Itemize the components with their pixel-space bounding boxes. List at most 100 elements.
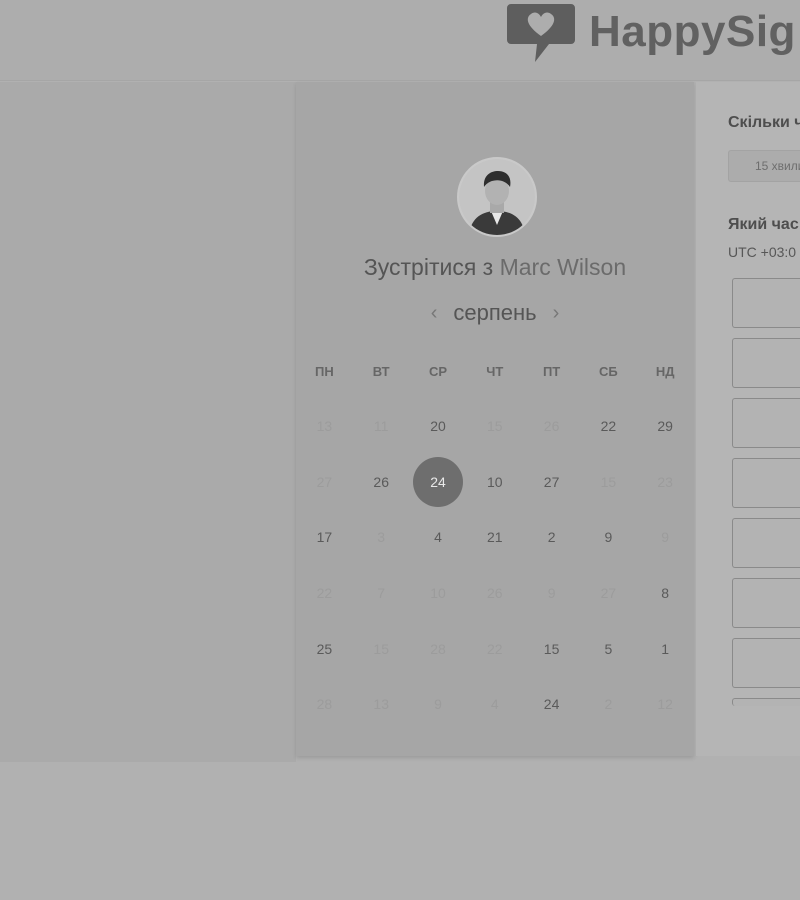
calendar-day: 9 — [410, 676, 467, 732]
calendar-day[interactable]: 2 — [523, 509, 580, 565]
calendar-day: 2 — [580, 676, 637, 732]
calendar-day: 9 — [637, 509, 694, 565]
weekday-tue: ВТ — [372, 364, 390, 379]
calendar-day-number: 2 — [547, 529, 556, 546]
calendar-day-number: 10 — [487, 473, 503, 490]
weekday-header: ПН ВТ СР ЧТ ПТ СБ НД — [296, 364, 694, 379]
calendar-week-row: 17 3 4 21 2 9 9 — [296, 509, 694, 565]
calendar-day-number: 4 — [434, 529, 442, 546]
calendar-day[interactable]: 25 — [296, 621, 353, 677]
duration-label: Скільки ч — [728, 114, 800, 131]
calendar-week-row: 13 11 20 15 26 22 29 — [296, 398, 694, 454]
calendar-day: 3 — [353, 509, 410, 565]
calendar-day: 27 — [296, 454, 353, 510]
calendar-day-number: 26 — [487, 584, 503, 601]
calendar-day-number: 15 — [600, 473, 617, 490]
calendar-day: 4 — [466, 676, 523, 732]
calendar-day-number: 24 — [412, 456, 463, 507]
calendar-day[interactable]: 5 — [580, 621, 637, 677]
calendar-day: 22 — [296, 565, 353, 621]
calendar-week-row: 22 7 10 26 9 27 8 — [296, 565, 694, 621]
calendar-day-number: 12 — [657, 696, 673, 713]
chevron-left-icon[interactable]: ‹ — [431, 303, 438, 323]
calendar-day-number: 27 — [316, 473, 333, 490]
calendar-day-number: 29 — [657, 417, 673, 434]
calendar-day-number: 23 — [657, 473, 673, 490]
calendar-day-number: 15 — [543, 640, 560, 657]
calendar-day: 27 — [580, 565, 637, 621]
calendar-day-number: 25 — [316, 640, 333, 657]
calendar-day: 26 — [466, 565, 523, 621]
duration-option-button[interactable]: 15 хвили — [728, 150, 800, 182]
time-slot-button[interactable] — [732, 458, 800, 508]
calendar-day[interactable]: 10 — [466, 454, 523, 510]
weekday-mon: ПН — [315, 364, 334, 379]
calendar-day-number: 9 — [661, 529, 670, 546]
calendar-day[interactable]: 9 — [580, 509, 637, 565]
calendar-day: 15 — [353, 621, 410, 677]
calendar-day[interactable]: 24 — [523, 676, 580, 732]
calendar-day: 7 — [353, 565, 410, 621]
user-avatar — [459, 159, 535, 235]
weekday-thu: ЧТ — [486, 364, 504, 379]
calendar-day: 28 — [410, 621, 467, 677]
time-slot-button[interactable] — [732, 278, 800, 328]
calendar-day[interactable]: 20 — [410, 398, 467, 454]
calendar-day[interactable]: 1 — [637, 621, 694, 677]
month-label: серпень — [453, 300, 537, 325]
calendar-day: 12 — [637, 676, 694, 732]
calendar-day[interactable]: 17 — [296, 509, 353, 565]
time-slot-button[interactable] — [732, 578, 800, 628]
time-slot-button[interactable] — [732, 398, 800, 448]
calendar-day: 15 — [580, 454, 637, 510]
calendar-day[interactable]: 26 — [353, 454, 410, 510]
chevron-right-icon[interactable]: › — [553, 303, 560, 323]
calendar-day-number: 22 — [487, 640, 503, 657]
time-slot-button[interactable] — [732, 518, 800, 568]
weekday-fri: ПТ — [542, 364, 561, 379]
brand-logo[interactable]: HappySig — [505, 0, 796, 64]
calendar-day-number: 3 — [377, 529, 386, 546]
calendar-week-row: 28 13 9 4 24 2 12 — [296, 676, 694, 732]
calendar-day-number: 8 — [661, 584, 670, 601]
calendar-day-number: 11 — [373, 417, 389, 434]
calendar-day-number: 26 — [373, 473, 389, 490]
brand-name: HappySig — [589, 7, 796, 56]
calendar-day: 10 — [410, 565, 467, 621]
calendar-grid: 13 11 20 15 26 22 29 27 26 24 10 27 15 23 17 3 4 21 2 9 9 22 7… — [296, 398, 694, 732]
weekday-wed: СР — [428, 364, 448, 379]
time-slot-button[interactable] — [732, 638, 800, 688]
calendar-day[interactable]: 27 — [523, 454, 580, 510]
calendar-week-row: 27 26 24 10 27 15 23 — [296, 454, 694, 510]
calendar-day: 23 — [637, 454, 694, 510]
calendar-day[interactable]: 21 — [466, 509, 523, 565]
calendar-day: 13 — [353, 676, 410, 732]
time-slot-list — [732, 278, 800, 716]
calendar-day-number: 9 — [604, 529, 613, 546]
calendar-day-number: 13 — [373, 696, 389, 713]
calendar-day-number: 24 — [543, 696, 560, 713]
bottom-background — [0, 762, 800, 900]
calendar-day: 11 — [353, 398, 410, 454]
calendar-day[interactable]: 22 — [580, 398, 637, 454]
calendar-day-number: 15 — [487, 417, 503, 434]
calendar-day-number: 10 — [430, 584, 446, 601]
calendar-day[interactable]: 15 — [523, 621, 580, 677]
calendar-day[interactable]: 4 — [410, 509, 467, 565]
calendar-day-number: 15 — [373, 640, 389, 657]
time-slot-button[interactable] — [732, 698, 800, 706]
calendar-day-number: 7 — [377, 584, 386, 601]
calendar-day-number: 21 — [487, 529, 503, 546]
calendar-day[interactable]: 29 — [637, 398, 694, 454]
calendar-day-number: 4 — [490, 696, 499, 713]
calendar-day: 9 — [523, 565, 580, 621]
calendar-day-number: 28 — [316, 696, 333, 713]
time-slot-button[interactable] — [732, 338, 800, 388]
calendar-day-number: 26 — [543, 417, 560, 434]
calendar-day: 22 — [466, 621, 523, 677]
calendar-day-number: 27 — [543, 473, 560, 490]
calendar-day: 26 — [523, 398, 580, 454]
calendar-day[interactable]: 8 — [637, 565, 694, 621]
calendar-day-selected[interactable]: 24 — [410, 454, 467, 510]
calendar-day-number: 28 — [430, 640, 446, 657]
